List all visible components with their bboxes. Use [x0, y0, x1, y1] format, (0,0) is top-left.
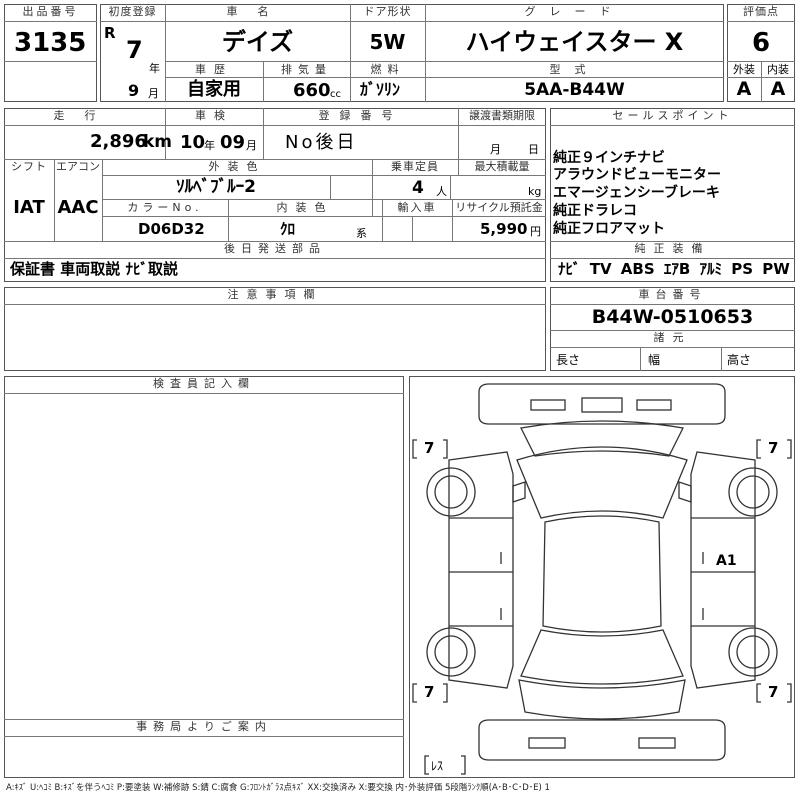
history-label: 車歴 — [195, 63, 233, 76]
damage-note-right: A1 — [716, 553, 737, 569]
inspection-year: 10 — [180, 132, 206, 153]
grade-label: グレード — [524, 5, 625, 18]
mileage-label: 走行 — [53, 109, 116, 122]
length-label: 長さ — [556, 353, 581, 367]
car-name: デイズ — [221, 28, 294, 56]
chassis-label: 車台番号 — [638, 288, 707, 301]
capacity: 4 — [412, 178, 424, 198]
interior-label: 内装 — [767, 63, 789, 76]
reg-year: 7 — [126, 36, 143, 64]
int-color-label: 内装色 — [276, 201, 334, 214]
interior-grade: A — [770, 78, 786, 100]
era: R — [104, 24, 116, 42]
tire-rear-right: 7 — [768, 683, 779, 701]
door-label: ドア形状 — [363, 5, 412, 18]
displacement-unit: cc — [330, 89, 341, 100]
equipment: ﾅﾋﾞ TV ABS ｴｱB ｱﾙﾐ PS PW — [558, 260, 790, 278]
color: ｿﾙﾍﾞﾌﾞﾙｰ2 — [176, 177, 256, 197]
lot-number-label: 出品番号 — [22, 5, 79, 18]
ac-label: エアコン — [56, 160, 100, 173]
inspection-month: 09 — [220, 132, 246, 153]
sales-point: エマージェンシーブレーキ — [553, 185, 720, 201]
spare-tire: ﾚｽ — [431, 759, 444, 773]
tire-front-left: 7 — [424, 439, 435, 457]
later-parts: 保証書 車両取説 ﾅﾋﾞ取説 — [10, 260, 178, 278]
score-label: 評価点 — [743, 5, 779, 18]
recycle-unit: 円 — [530, 225, 541, 238]
spec-label: 諸元 — [653, 331, 692, 344]
exterior-label: 外装 — [733, 63, 755, 76]
sales-point: 純正ドラレコ — [553, 203, 637, 219]
car-diagram — [412, 383, 792, 775]
color-no: D06D32 — [138, 220, 205, 238]
inspection-label: 車検 — [195, 109, 233, 122]
sales-points-label: セールスポイント — [612, 109, 733, 122]
import-label: 輸入車 — [397, 201, 437, 214]
tire-front-right: 7 — [768, 439, 779, 457]
recycle-fee: 5,990 — [480, 220, 528, 238]
int-color: ｸﾛ — [280, 220, 296, 238]
sales-point: 純正フロアマット — [553, 221, 665, 237]
mileage-unit: km — [143, 132, 173, 152]
sales-point: 純正９インチナビ — [553, 150, 665, 166]
reg-year-unit: 年 — [149, 62, 160, 75]
reg-no-label: 登録番号 — [318, 109, 403, 122]
legend: A:ｷｽﾞ U:ﾍｺﾐ B:ｷｽﾞを伴うﾍｺﾐ P:要塗装 W:補修跡 S:錆 … — [6, 783, 550, 793]
reg-no: No後日 — [285, 132, 358, 153]
color-no-label: カラーNo. — [127, 201, 203, 214]
displacement: 660 — [293, 80, 331, 101]
shift-label: シフト — [11, 160, 47, 173]
equipment-label: 純正装備 — [634, 242, 711, 255]
inspection-year-unit: 年 — [204, 139, 215, 152]
chassis-number: B44W-0510653 — [591, 306, 754, 328]
int-color-unit: 系 — [356, 227, 367, 240]
door: 5W — [369, 30, 406, 54]
lot-number: 3135 — [14, 28, 87, 58]
model-label: 型式 — [549, 63, 600, 76]
model: 5AA-B44W — [524, 80, 625, 100]
transfer-label: 譲渡書類期限 — [469, 109, 535, 122]
first-reg-label: 初度登録 — [108, 5, 157, 18]
fuel: ｶﾞｿﾘﾝ — [360, 80, 401, 99]
later-parts-label: 後日発送部品 — [224, 242, 326, 255]
tire-rear-left: 7 — [424, 683, 435, 701]
load-label: 最大積載量 — [474, 160, 530, 173]
capacity-unit: 人 — [436, 185, 447, 198]
load-unit: kg — [528, 185, 542, 198]
color-label: 外装色 — [208, 160, 266, 173]
ac: AAC — [57, 197, 99, 218]
capacity-label: 乗車定員 — [391, 160, 439, 173]
score: 6 — [751, 28, 771, 58]
fuel-label: 燃料 — [370, 63, 405, 76]
car-name-label: 車名 — [226, 5, 289, 18]
sales-point: アラウンドビューモニター — [553, 167, 721, 183]
height-label: 高さ — [727, 353, 752, 367]
reg-month-unit: 月 — [148, 87, 159, 100]
displacement-label: 排気量 — [281, 63, 332, 76]
exterior-grade: A — [736, 78, 752, 100]
history: 自家用 — [187, 79, 241, 100]
inspector-box — [4, 376, 404, 778]
shift: IAT — [13, 197, 45, 218]
width-label: 幅 — [648, 353, 661, 367]
recycle-label: リサイクル預託金 — [455, 201, 543, 214]
office-label: 事務局よりご案内 — [136, 720, 272, 733]
inspector-label: 検査員記入欄 — [153, 377, 255, 390]
notes-label: 注意事項欄 — [227, 288, 323, 301]
mileage: 2,896 — [90, 131, 147, 152]
inspection-month-unit: 月 — [246, 139, 257, 152]
reg-month: 9 — [128, 81, 140, 100]
grade: ハイウェイスター X — [465, 28, 684, 56]
transfer-day-unit: 日 — [528, 143, 539, 156]
transfer-month-unit: 月 — [490, 143, 501, 156]
